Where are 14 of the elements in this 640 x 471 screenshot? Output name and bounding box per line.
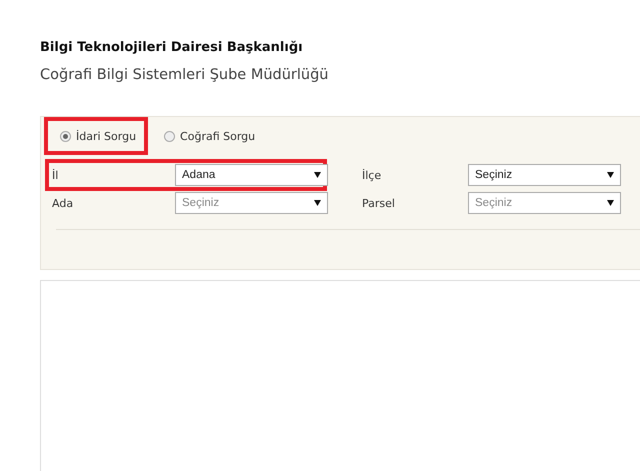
caret-icon [607, 200, 614, 206]
query-type-radio[interactable]: Coğrafi Sorgu [148, 117, 268, 155]
caret-icon [314, 200, 321, 206]
page-title: Bilgi Teknolojileri Dairesi Başkanlığı [40, 39, 303, 57]
dropdown[interactable]: Seçiniz [468, 164, 621, 186]
caret-icon [607, 172, 614, 178]
field-label: İl [52, 168, 60, 182]
page-subtitle: Coğrafi Bilgi Sistemleri Şube Müdürlüğü [40, 66, 328, 85]
caret-icon [314, 172, 321, 178]
dropdown[interactable]: Adana [175, 164, 328, 186]
field-label: Ada [52, 196, 74, 210]
field-label: İlçe [362, 168, 382, 182]
query-type-radio[interactable]: İdari Sorgu [44, 117, 148, 155]
field-label: Parsel [362, 196, 396, 210]
